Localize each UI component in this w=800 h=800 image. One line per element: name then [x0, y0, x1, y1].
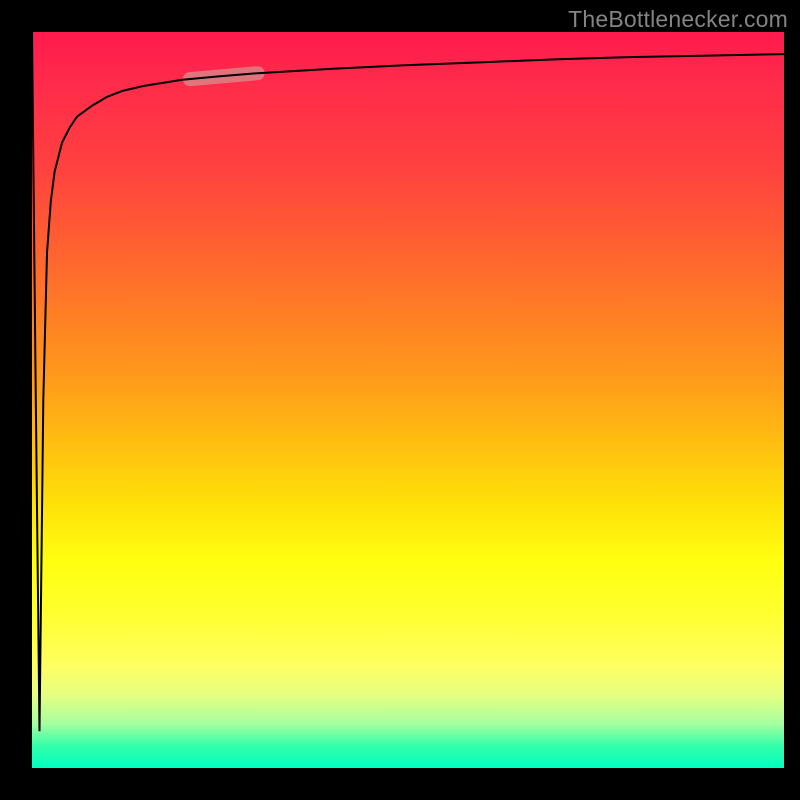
watermark-label: TheBottlenecker.com: [568, 6, 788, 33]
chart-plot-area: [32, 32, 784, 768]
chart-container: TheBottlenecker.com: [0, 0, 800, 800]
